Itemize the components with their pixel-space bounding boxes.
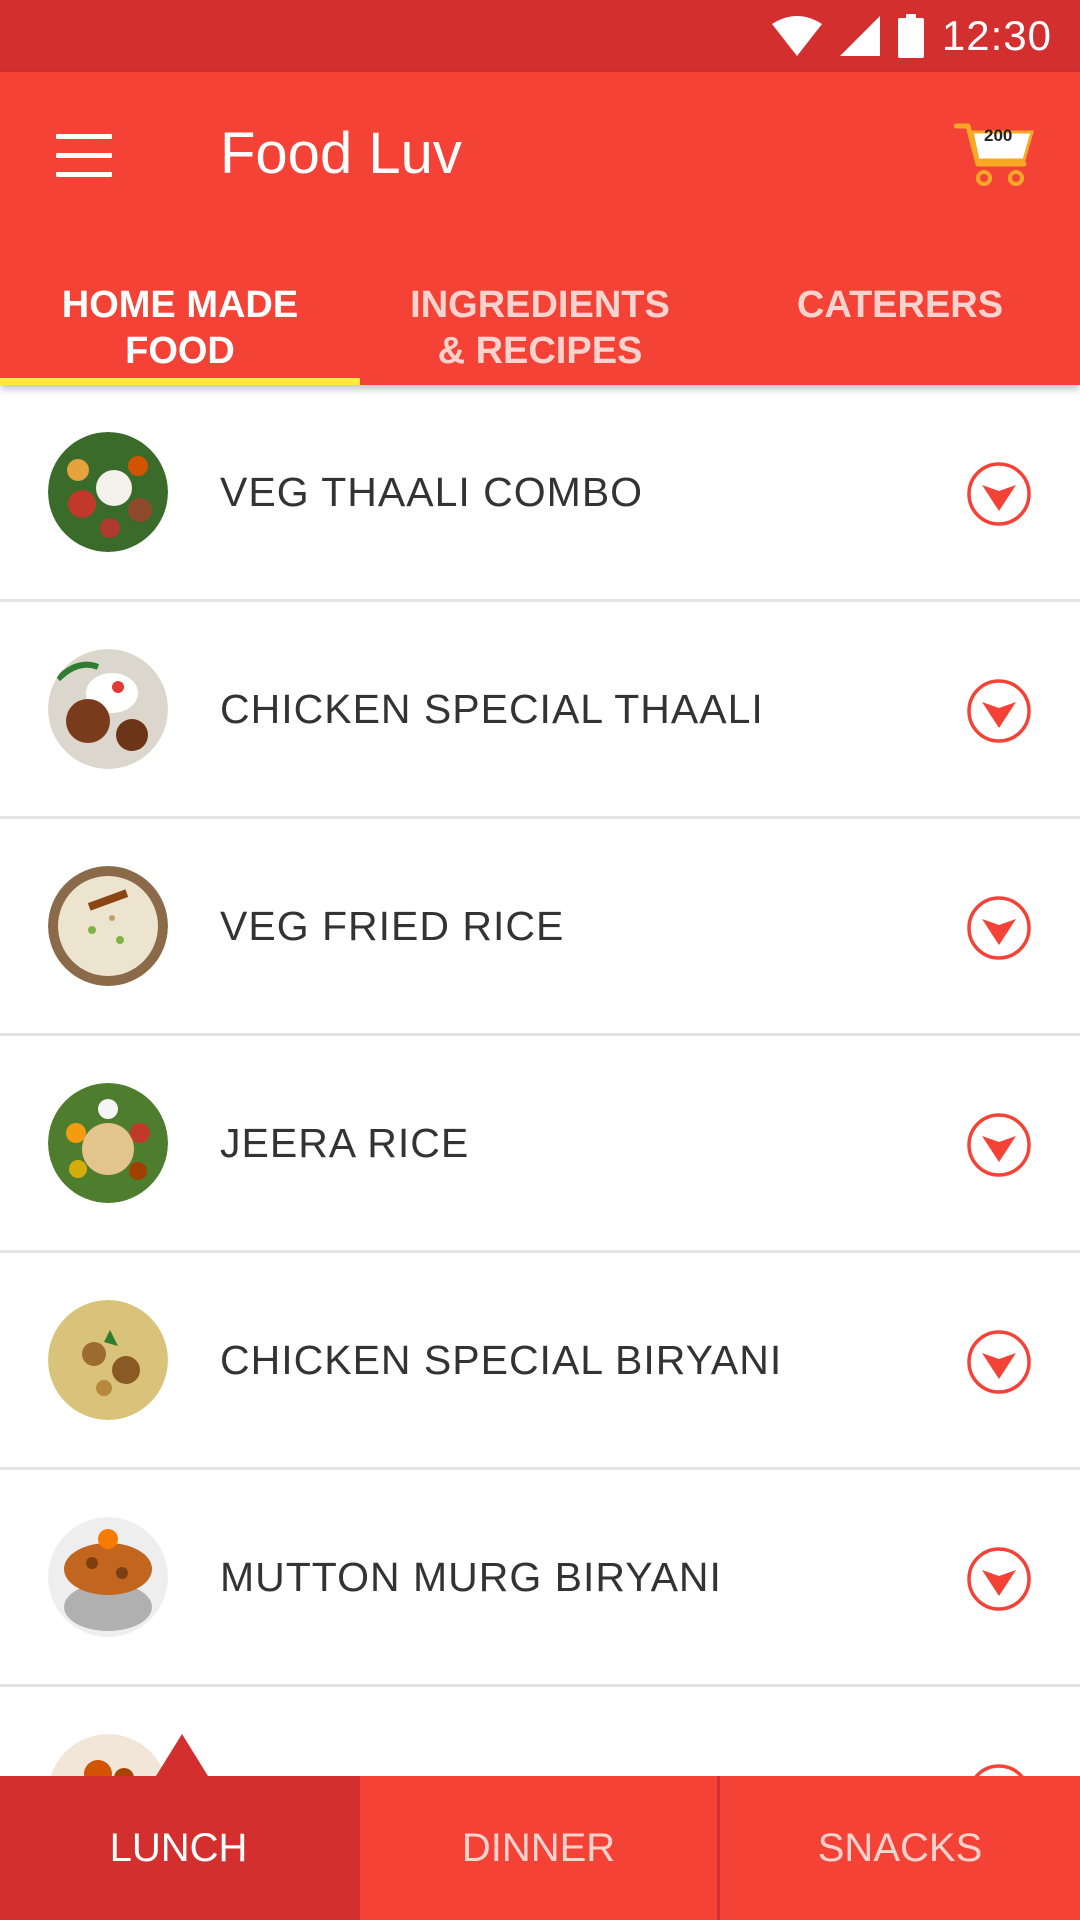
food-thumbnail bbox=[48, 649, 168, 769]
food-thumbnail bbox=[48, 1083, 168, 1203]
tab-home-made-food[interactable]: HOME MADE FOOD bbox=[0, 268, 360, 385]
tab-snacks[interactable]: SNACKS bbox=[720, 1776, 1080, 1920]
list-item[interactable]: MUTTON MURG BIRYANI bbox=[0, 1470, 1080, 1687]
cart-count-badge: 200 bbox=[984, 126, 1013, 145]
food-thumbnail bbox=[48, 1300, 168, 1420]
meal-tabs: LUNCH DINNER SNACKS bbox=[0, 1776, 1080, 1920]
wifi-icon bbox=[771, 16, 822, 56]
tab-dinner[interactable]: DINNER bbox=[360, 1776, 720, 1920]
app-title: Food Luv bbox=[220, 121, 462, 186]
food-name: VEG FRIED RICE bbox=[220, 903, 565, 949]
tab-label-line1: CATERERS bbox=[796, 284, 1004, 326]
category-tabs: HOME MADE FOOD INGREDIENTS & RECIPES CAT… bbox=[0, 268, 1080, 385]
tab-label-line1: INGREDIENTS bbox=[410, 284, 670, 326]
tab-caterers[interactable]: CATERERS bbox=[720, 268, 1080, 385]
expand-chevron-icon[interactable] bbox=[966, 1112, 1032, 1178]
food-list: VEG THAALI COMBO CHICKEN SPECIAL THAALI bbox=[0, 385, 1080, 1904]
signal-icon bbox=[839, 16, 880, 56]
food-name: CHICKEN SPECIAL THAALI bbox=[220, 686, 764, 732]
tab-label-line1: HOME MADE bbox=[61, 284, 299, 326]
food-name: JEERA RICE bbox=[220, 1120, 470, 1166]
status-icons: 12:30 bbox=[771, 12, 1052, 59]
tab-label-line2: & RECIPES bbox=[437, 330, 643, 372]
tab-label-line2: FOOD bbox=[125, 330, 235, 372]
tab-lunch[interactable]: LUNCH bbox=[0, 1776, 360, 1920]
battery-icon bbox=[897, 14, 924, 58]
tab-ingredients-recipes[interactable]: INGREDIENTS & RECIPES bbox=[360, 268, 720, 385]
food-name: MUTTON MURG BIRYANI bbox=[220, 1554, 722, 1600]
food-name: VEG THAALI COMBO bbox=[220, 469, 644, 515]
tab-indicator bbox=[0, 378, 360, 385]
list-item[interactable]: CHICKEN SPECIAL BIRYANI bbox=[0, 1253, 1080, 1470]
expand-chevron-icon[interactable] bbox=[966, 461, 1032, 527]
expand-chevron-icon[interactable] bbox=[966, 895, 1032, 961]
food-thumbnail bbox=[48, 432, 168, 552]
list-item[interactable]: JEERA RICE bbox=[0, 1036, 1080, 1253]
food-name: CHICKEN SPECIAL BIRYANI bbox=[220, 1337, 783, 1383]
expand-chevron-icon[interactable] bbox=[966, 1329, 1032, 1395]
food-thumbnail bbox=[48, 1517, 168, 1637]
list-item[interactable]: CHICKEN SPECIAL THAALI bbox=[0, 602, 1080, 819]
expand-chevron-icon[interactable] bbox=[966, 1546, 1032, 1612]
expand-chevron-icon[interactable] bbox=[966, 678, 1032, 744]
status-bar: 12:30 bbox=[0, 0, 1080, 72]
list-item[interactable]: VEG FRIED RICE bbox=[0, 819, 1080, 1036]
food-thumbnail bbox=[48, 866, 168, 986]
list-item[interactable]: VEG THAALI COMBO bbox=[0, 385, 1080, 602]
status-time: 12:30 bbox=[941, 12, 1052, 59]
app-bar: Food Luv 200 HOME MADE FOOD INGREDIENTS … bbox=[0, 72, 1080, 385]
cart-button[interactable]: 200 bbox=[953, 120, 1036, 188]
active-tab-notch bbox=[156, 1734, 208, 1776]
hamburger-menu-icon[interactable] bbox=[56, 134, 112, 178]
